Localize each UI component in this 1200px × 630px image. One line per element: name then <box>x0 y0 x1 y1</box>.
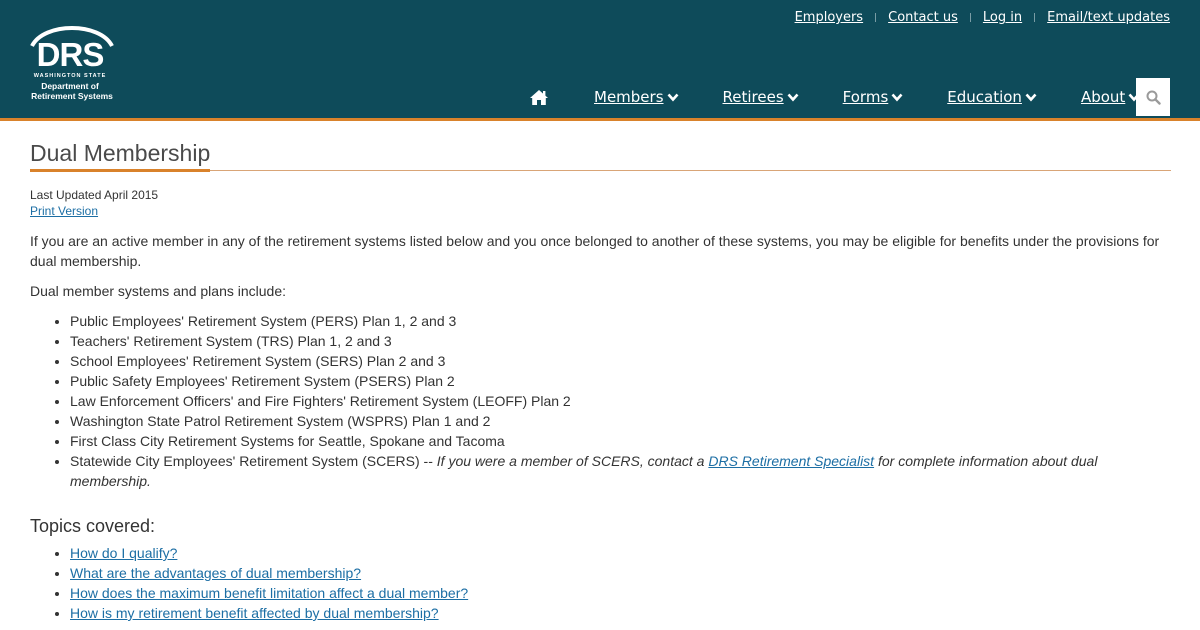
nav-education[interactable]: Education <box>947 88 1037 106</box>
topic-link-qualify[interactable]: How do I qualify? <box>70 545 177 561</box>
list-item: How do I qualify? <box>70 543 1171 563</box>
employers-link[interactable]: Employers <box>795 10 864 25</box>
main-content: Dual Membership Last Updated April 2015 … <box>30 121 1171 623</box>
nav-education-label: Education <box>947 88 1022 106</box>
list-item: How does the maximum benefit limitation … <box>70 583 1171 603</box>
title-underline <box>30 169 210 172</box>
list-item: How is my retirement benefit affected by… <box>70 603 1171 623</box>
list-item: Law Enforcement Officers' and Fire Fight… <box>70 391 1171 411</box>
topic-link-advantages[interactable]: What are the advantages of dual membersh… <box>70 565 361 581</box>
utility-nav: Employers | Contact us | Log in | Email/… <box>795 10 1170 25</box>
drs-retirement-specialist-link[interactable]: DRS Retirement Specialist <box>708 453 874 469</box>
contact-us-link[interactable]: Contact us <box>888 10 958 25</box>
log-in-link[interactable]: Log in <box>983 10 1022 25</box>
topics-list: How do I qualify? What are the advantage… <box>30 543 1171 623</box>
title-block: Dual Membership <box>30 121 1171 172</box>
home-icon <box>530 89 548 105</box>
email-text-updates-link[interactable]: Email/text updates <box>1047 10 1170 25</box>
print-version-link[interactable]: Print Version <box>30 204 98 218</box>
page-title: Dual Membership <box>30 140 211 166</box>
scers-note-before: If you were a member of SCERS, contact a <box>436 453 709 469</box>
list-item: Teachers' Retirement System (TRS) Plan 1… <box>70 331 1171 351</box>
logo-state: WASHINGTON STATE <box>33 73 107 79</box>
nav-about[interactable]: About <box>1081 88 1140 106</box>
nav-forms-label: Forms <box>842 88 889 106</box>
nav-forms[interactable]: Forms <box>843 88 904 106</box>
site-header: DRS WASHINGTON STATE Department of Retir… <box>0 0 1200 118</box>
utility-separator: | <box>968 12 972 23</box>
chevron-down-icon <box>667 93 678 101</box>
logo-department: Department of <box>41 81 99 91</box>
chevron-down-icon <box>787 93 799 101</box>
main-nav: Members Retirees Forms Education About <box>528 78 1164 116</box>
logo-letters: DRS <box>36 36 105 73</box>
last-updated: Last Updated April 2015 <box>30 188 159 202</box>
list-item: First Class City Retirement Systems for … <box>70 431 1171 451</box>
plans-lead: Dual member systems and plans include: <box>30 283 287 299</box>
list-item-scers: Statewide City Employees' Retirement Sys… <box>70 451 1171 491</box>
nav-retirees[interactable]: Retirees <box>723 88 799 106</box>
plans-list: Public Employees' Retirement System (PER… <box>30 311 1171 491</box>
nav-members[interactable]: Members <box>594 88 679 106</box>
topic-link-max-benefit[interactable]: How does the maximum benefit limitation … <box>70 585 468 601</box>
utility-separator: | <box>874 12 878 23</box>
home-link[interactable] <box>528 87 550 107</box>
topics-heading: Topics covered: <box>30 516 156 536</box>
search-icon <box>1146 90 1161 105</box>
list-item: Washington State Patrol Retirement Syste… <box>70 411 1171 431</box>
nav-members-label: Members <box>594 88 664 106</box>
scers-prefix: Statewide City Employees' Retirement Sys… <box>70 453 437 469</box>
nav-retirees-label: Retirees <box>722 88 784 106</box>
intro-paragraph: If you are an active member in any of th… <box>30 233 1160 269</box>
utility-separator: | <box>1033 12 1037 23</box>
page-meta: Last Updated April 2015 Print Version <box>30 187 1171 219</box>
list-item: Public Employees' Retirement System (PER… <box>70 311 1171 331</box>
nav-about-label: About <box>1080 88 1126 106</box>
logo-systems: Retirement Systems <box>31 91 113 101</box>
drs-logo[interactable]: DRS WASHINGTON STATE Department of Retir… <box>24 20 120 104</box>
chevron-down-icon <box>1025 93 1037 101</box>
list-item: Public Safety Employees' Retirement Syst… <box>70 371 1171 391</box>
search-button[interactable] <box>1136 78 1170 116</box>
chevron-down-icon <box>891 93 903 101</box>
topic-link-benefit-affected[interactable]: How is my retirement benefit affected by… <box>70 605 439 621</box>
list-item: What are the advantages of dual membersh… <box>70 563 1171 583</box>
list-item: School Employees' Retirement System (SER… <box>70 351 1171 371</box>
